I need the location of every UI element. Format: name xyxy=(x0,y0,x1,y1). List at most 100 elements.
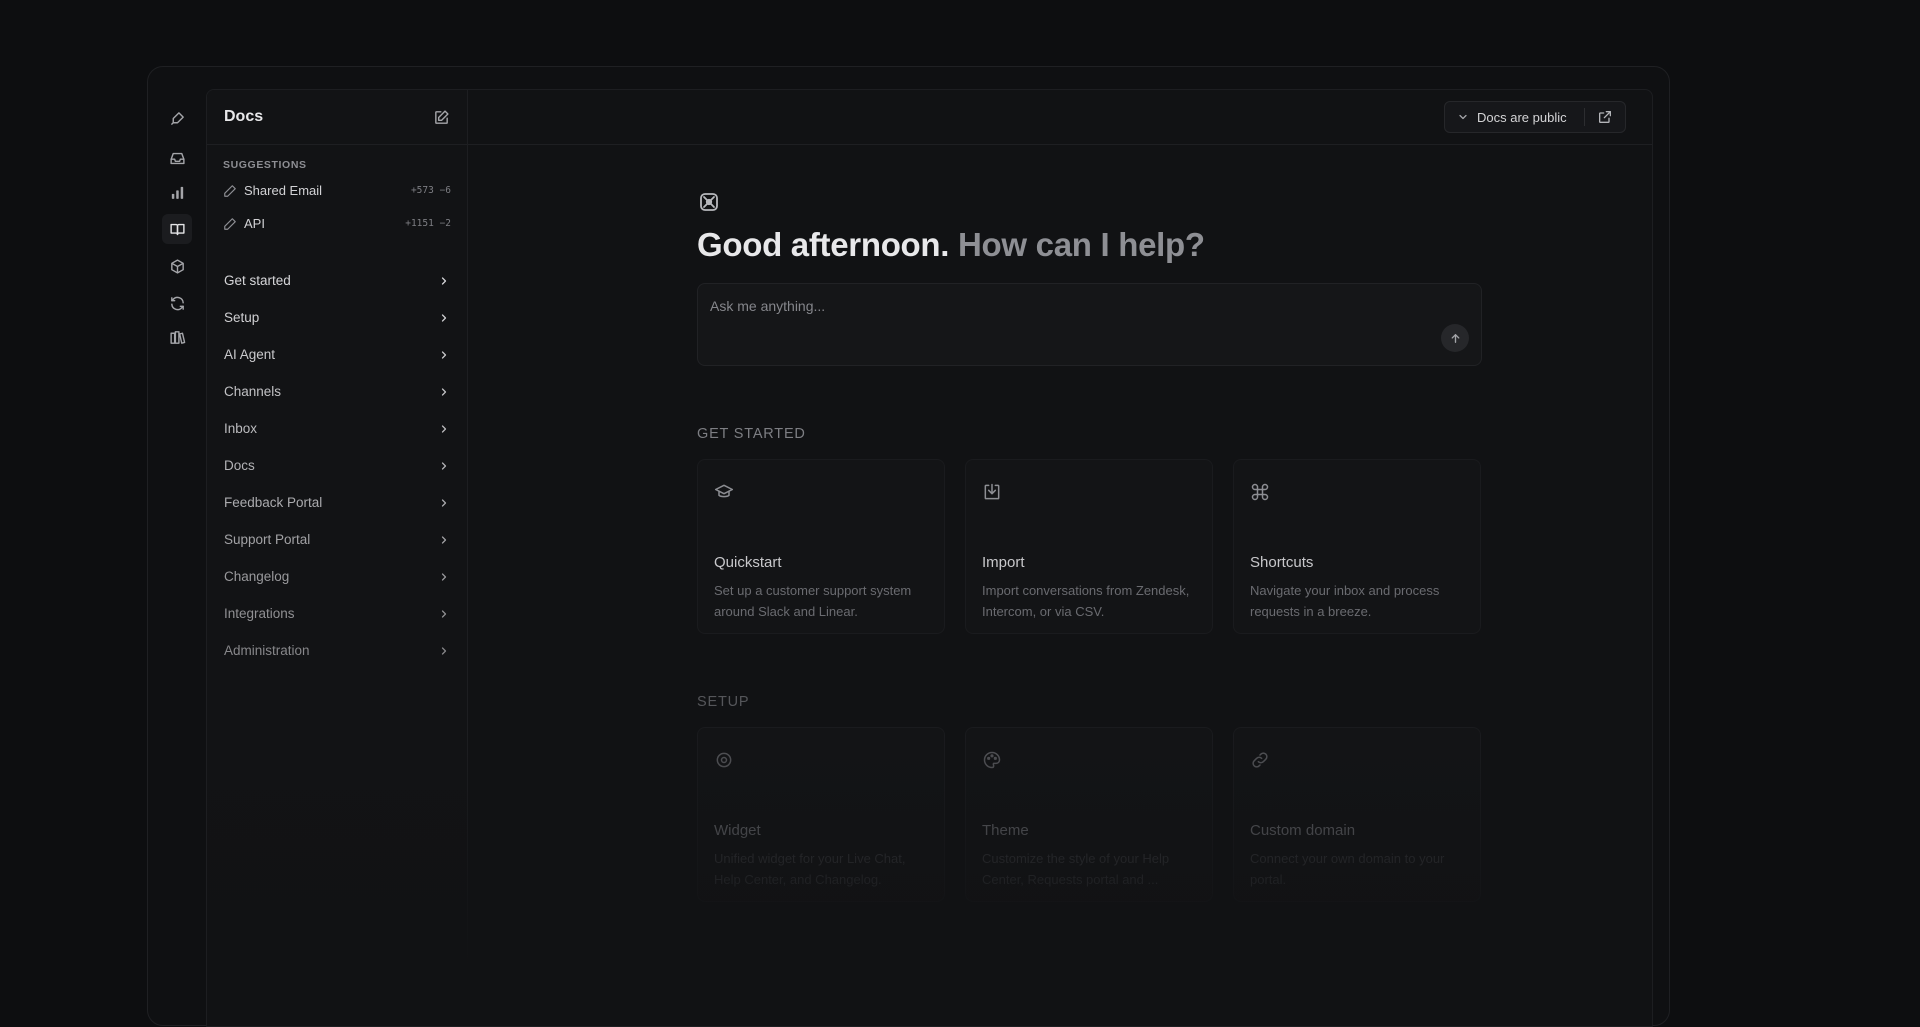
sidebar-item-feedback-portal[interactable]: Feedback Portal xyxy=(207,484,467,521)
chevron-right-icon xyxy=(441,535,447,544)
ask-box xyxy=(697,283,1482,366)
sidebar-item-integrations[interactable]: Integrations xyxy=(207,595,467,632)
book-open-icon xyxy=(169,223,185,235)
card-description: Unified widget for your Live Chat, Help … xyxy=(714,851,906,887)
import-icon xyxy=(984,483,1000,500)
sidebar-header: Docs xyxy=(207,90,467,145)
setup-heading: SETUP xyxy=(697,694,750,710)
card-description: Set up a customer support system around … xyxy=(714,583,912,619)
rail-library[interactable] xyxy=(162,322,192,352)
card-shortcuts[interactable]: Shortcuts Navigate your inbox and proces… xyxy=(1233,459,1481,634)
sidebar-item-label: Changelog xyxy=(224,569,290,584)
suggestions-label: SUGGESTIONS xyxy=(223,159,307,171)
greeting-primary: Good afternoon. xyxy=(697,226,950,263)
chevron-right-icon xyxy=(441,461,447,470)
link-icon xyxy=(1252,752,1268,768)
new-doc-icon[interactable] xyxy=(433,109,450,126)
card-widget[interactable]: Widget Unified widget for your Live Chat… xyxy=(697,727,945,902)
card-theme[interactable]: Theme Customize the style of your Help C… xyxy=(965,727,1213,902)
sidebar-item-label: Docs xyxy=(224,458,255,473)
sidebar-item-label: AI Agent xyxy=(224,347,276,362)
icon-rail xyxy=(148,67,206,1025)
suggestion-label: Shared Email xyxy=(244,183,323,198)
card-title: Widget xyxy=(714,822,761,839)
card-title: Import xyxy=(982,554,1025,571)
command-icon xyxy=(1251,483,1269,501)
card-title: Shortcuts xyxy=(1250,554,1314,571)
rail-docs[interactable] xyxy=(162,214,192,244)
sidebar-item-get-started[interactable]: Get started xyxy=(207,262,467,299)
suggestion-label: API xyxy=(244,216,265,231)
cube-icon xyxy=(170,258,184,274)
sidebar-item-changelog[interactable]: Changelog xyxy=(207,558,467,595)
sidebar-item-label: Setup xyxy=(224,310,260,325)
sidebar-item-label: Support Portal xyxy=(224,532,311,547)
ask-input[interactable] xyxy=(710,296,1410,316)
sidebar-item-label: Get started xyxy=(224,273,291,288)
card-custom-domain[interactable]: Custom domain Connect your own domain to… xyxy=(1233,727,1481,902)
brush-icon xyxy=(170,111,184,125)
chevron-right-icon xyxy=(441,350,447,359)
sidebar-item-support-portal[interactable]: Support Portal xyxy=(207,521,467,558)
send-button[interactable] xyxy=(1441,324,1469,352)
chevron-right-icon xyxy=(441,276,447,285)
rail-sync[interactable] xyxy=(162,288,192,318)
suggestion-item-api[interactable]: API +1151 −2 xyxy=(207,207,467,240)
sidebar-item-docs[interactable]: Docs xyxy=(207,447,467,484)
card-description: Connect your own domain to your portal. xyxy=(1250,851,1445,887)
suggestion-diff: +573 −6 xyxy=(410,185,451,196)
sidebar-item-channels[interactable]: Channels xyxy=(207,373,467,410)
chevron-right-icon xyxy=(441,498,447,507)
card-description: Navigate your inbox and process requests… xyxy=(1250,583,1440,619)
card-title: Theme xyxy=(982,822,1029,839)
rail-inbox[interactable] xyxy=(162,143,192,173)
library-icon xyxy=(169,330,185,344)
open-docs-button[interactable] xyxy=(1585,109,1625,125)
visibility-label: Docs are public xyxy=(1477,109,1567,125)
visibility-dropdown[interactable]: Docs are public xyxy=(1445,102,1584,132)
chevron-right-icon xyxy=(441,313,447,322)
sidebar-item-label: Integrations xyxy=(224,606,295,621)
external-link-icon xyxy=(1599,111,1611,123)
get-started-heading: GET STARTED xyxy=(697,426,806,442)
greeting-secondary: How can I help? xyxy=(958,226,1205,263)
sidebar-item-inbox[interactable]: Inbox xyxy=(207,410,467,447)
app-window: Docs SUGGESTIONS Shared Email +573 −6 AP… xyxy=(147,66,1670,1027)
docs-visibility-control: Docs are public xyxy=(1444,101,1626,133)
suggestion-diff: +1151 −2 xyxy=(405,218,451,229)
sidebar-item-label: Feedback Portal xyxy=(224,495,323,510)
rail-analytics[interactable] xyxy=(162,177,192,207)
card-description: Customize the style of your Help Center,… xyxy=(982,851,1170,887)
card-import[interactable]: Import Import conversations from Zendesk… xyxy=(965,459,1213,634)
graduation-cap-icon xyxy=(714,484,734,498)
inbox-icon xyxy=(169,152,185,164)
refresh-icon xyxy=(170,296,184,310)
chevron-right-icon xyxy=(441,609,447,618)
sidebar-item-label: Channels xyxy=(224,384,282,399)
chevron-right-icon xyxy=(441,387,447,396)
get-started-cards: Quickstart Set up a customer support sys… xyxy=(697,459,1482,634)
rail-integrations[interactable] xyxy=(162,251,192,281)
chevron-right-icon xyxy=(441,646,447,655)
card-description: Import conversations from Zendesk, Inter… xyxy=(982,583,1190,619)
sidebar-item-setup[interactable]: Setup xyxy=(207,299,467,336)
suggestion-item-shared-email[interactable]: Shared Email +573 −6 xyxy=(207,174,467,207)
sidebar-item-label: Inbox xyxy=(224,421,258,436)
rail-logo[interactable] xyxy=(162,103,192,133)
card-title: Custom domain xyxy=(1250,822,1356,839)
sidebar-title: Docs xyxy=(224,108,264,125)
arrow-up-icon xyxy=(1451,333,1459,343)
docs-nav: Get started Setup AI Agent Channels Inbox Doc… xyxy=(207,262,467,669)
sidebar-item-ai-agent[interactable]: AI Agent xyxy=(207,336,467,373)
docs-app: Docs SUGGESTIONS Shared Email +573 −6 AP… xyxy=(206,89,1653,1027)
sidebar-item-label: Administration xyxy=(224,643,310,658)
docs-sidebar: Docs SUGGESTIONS Shared Email +573 −6 AP… xyxy=(207,90,468,1026)
atom-logo-icon xyxy=(700,193,718,211)
card-quickstart[interactable]: Quickstart Set up a customer support sys… xyxy=(697,459,945,634)
sidebar-item-administration[interactable]: Administration xyxy=(207,632,467,669)
card-title: Quickstart xyxy=(714,554,782,571)
bar-chart-icon xyxy=(171,186,183,199)
chevron-down-icon xyxy=(1459,114,1467,120)
setup-cards: Widget Unified widget for your Live Chat… xyxy=(697,727,1482,902)
widget-icon xyxy=(716,752,732,768)
